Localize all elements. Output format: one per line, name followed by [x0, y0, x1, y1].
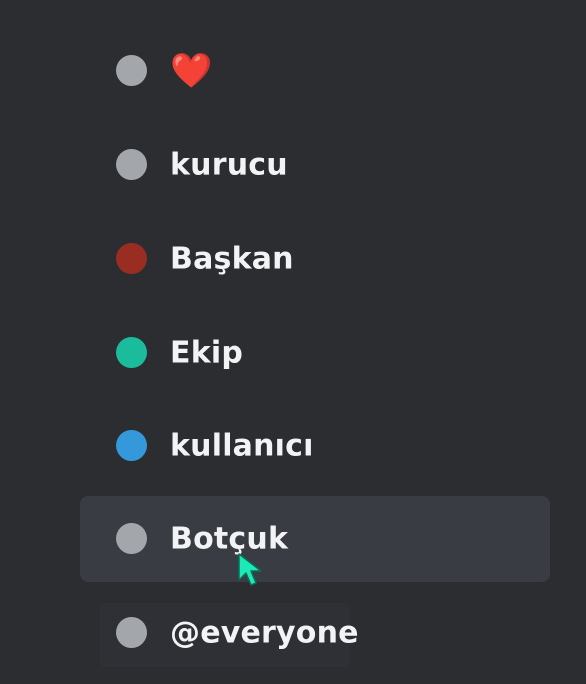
role-color-dot: [116, 337, 147, 368]
role-color-dot: [116, 243, 147, 274]
role-label: kurucu: [170, 147, 288, 183]
heart-icon: ❤️: [170, 51, 213, 91]
cursor-arrow: [238, 553, 262, 586]
role-label: Ekip: [170, 335, 244, 371]
role-color-dot: [116, 523, 147, 554]
role-label: Botçuk: [170, 521, 289, 557]
role-color-dot: [116, 430, 147, 461]
role-list: ❤️ kurucu Başkan Ekip kullanıcı Botçuk @…: [0, 0, 586, 684]
role-label: kullanıcı: [170, 428, 314, 464]
role-label: Başkan: [170, 241, 294, 277]
role-item-botcuk[interactable]: Botçuk: [80, 496, 550, 582]
role-item-ekip[interactable]: Ekip: [80, 310, 550, 396]
role-color-dot: [116, 149, 147, 180]
role-item-heart[interactable]: ❤️: [80, 28, 550, 114]
role-label: @everyone: [170, 615, 359, 651]
role-item-everyone[interactable]: @everyone: [80, 590, 550, 676]
role-color-dot: [116, 617, 147, 648]
role-color-dot: [116, 55, 147, 86]
role-item-kurucu[interactable]: kurucu: [80, 122, 550, 208]
role-item-baskan[interactable]: Başkan: [80, 216, 550, 302]
mouse-pointer-icon: [238, 553, 262, 586]
role-item-kullanici[interactable]: kullanıcı: [80, 403, 550, 489]
